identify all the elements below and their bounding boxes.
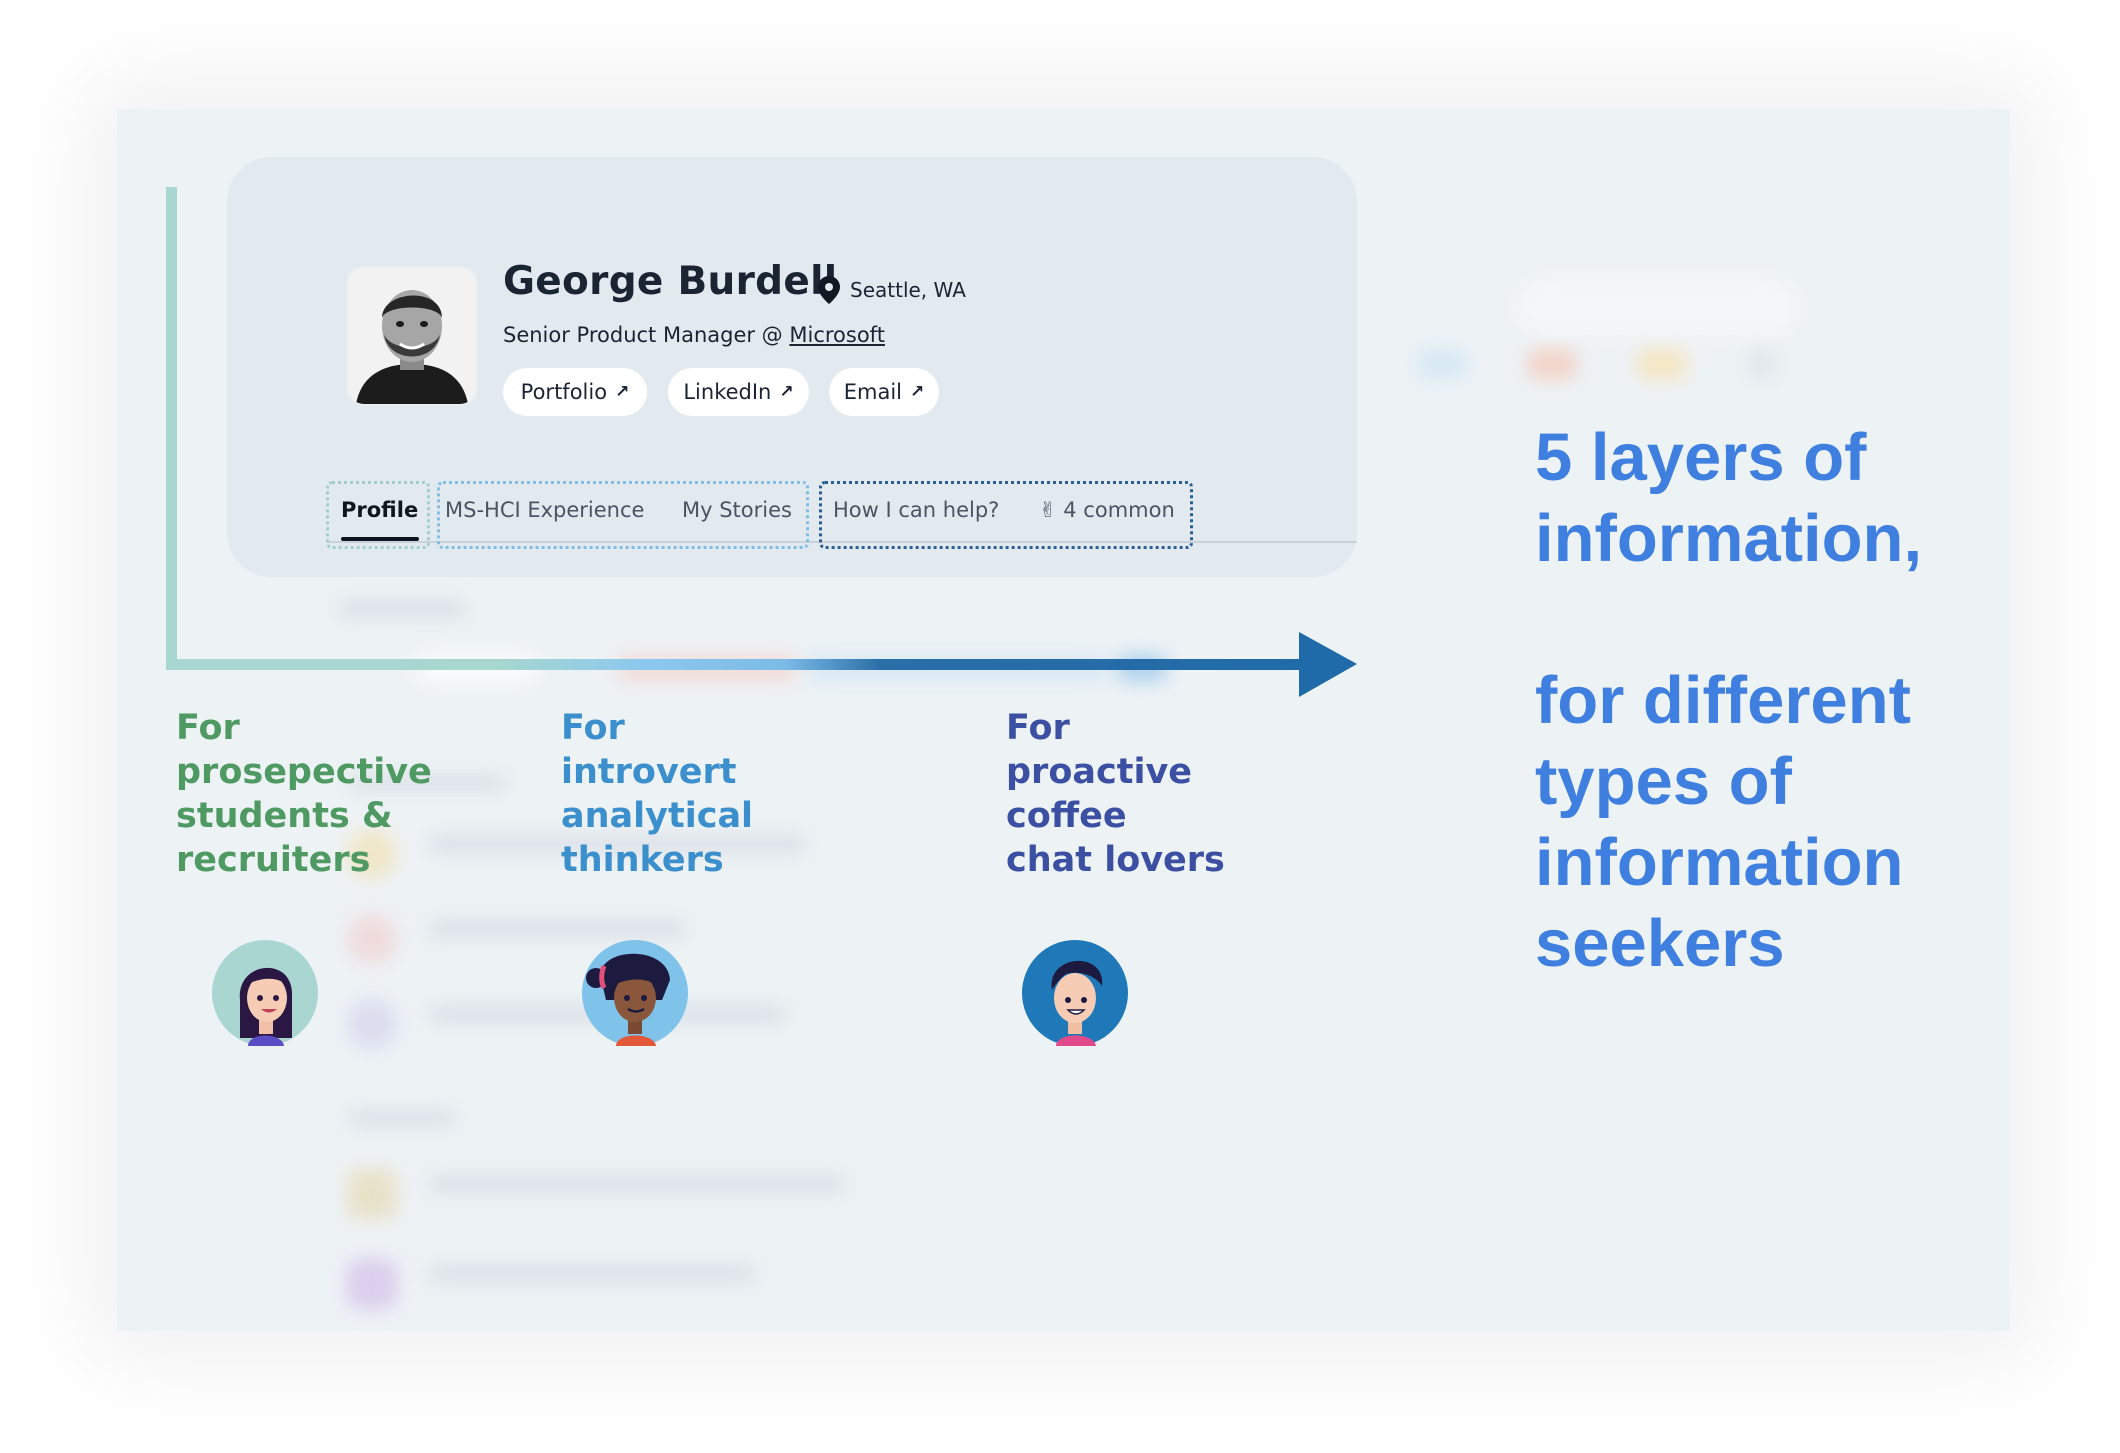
audience-label-1: For prosepective students & recruiters [176, 708, 432, 880]
persona-avatar-2-icon [582, 940, 688, 1046]
axis-vertical-line [166, 187, 177, 669]
arrow-head-icon [1299, 632, 1357, 697]
audience-label-3: For proactive coffee chat lovers [1006, 708, 1225, 880]
headline-text: 5 layers of information, for different t… [1535, 420, 1923, 981]
axis-horizontal-line [166, 659, 1316, 670]
audience-label-2: For introvert analytical thinkers [561, 708, 754, 880]
persona-avatar-1-icon [212, 940, 318, 1046]
diagram-canvas: George Burdell Seattle, WA Senior Produc… [117, 109, 2010, 1331]
persona-avatar-3-icon [1022, 940, 1128, 1046]
